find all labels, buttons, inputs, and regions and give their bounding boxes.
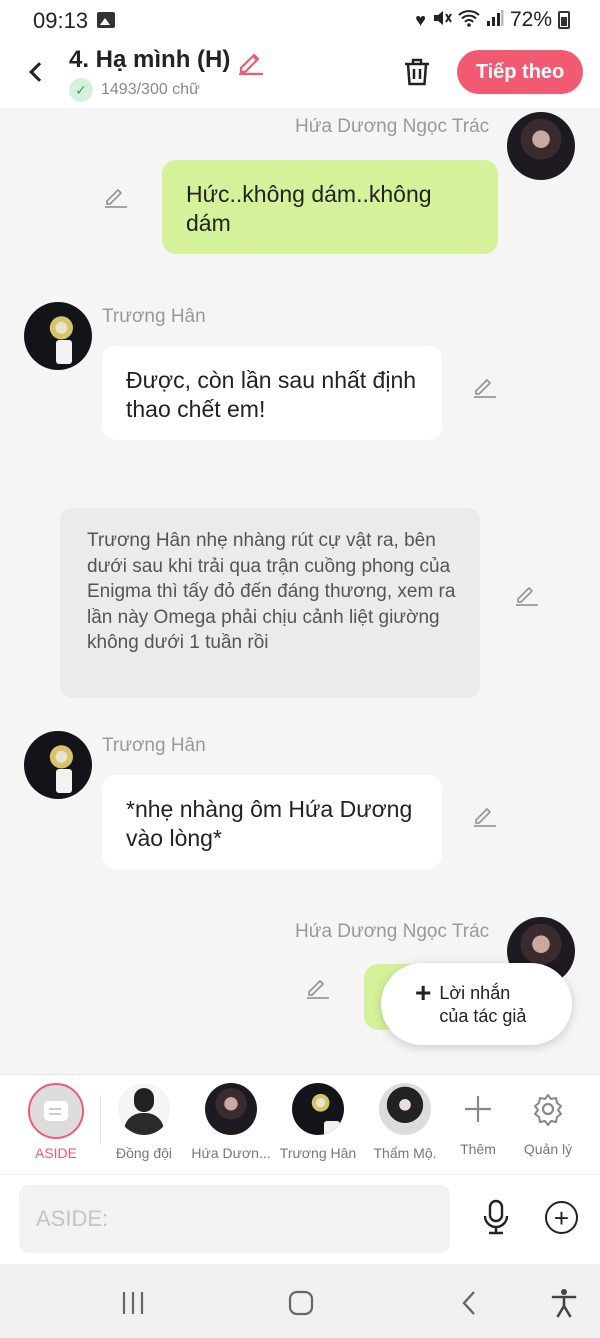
plus-icon: +	[415, 977, 432, 1008]
next-button[interactable]: Tiếp theo	[457, 50, 583, 94]
chapter-title[interactable]: 4. Hạ mình (H)	[69, 46, 230, 74]
edit-message-icon[interactable]	[472, 373, 498, 399]
edit-message-icon[interactable]	[103, 183, 129, 209]
gallery-notification-icon	[97, 12, 115, 28]
status-bar: 09:13 ♥ 72%	[0, 0, 600, 42]
character-avatar	[379, 1083, 431, 1135]
edit-message-icon[interactable]	[514, 581, 540, 607]
word-count: 1493/300 chữ	[101, 81, 200, 98]
edit-title-icon[interactable]	[236, 46, 266, 76]
word-count-row: ✓ 1493/300 chữ	[69, 78, 200, 102]
edit-message-icon[interactable]	[472, 802, 498, 828]
author-note-button[interactable]: + Lời nhắn của tác giả	[381, 963, 572, 1045]
character-avatar	[205, 1083, 257, 1135]
back-nav-icon[interactable]	[452, 1286, 486, 1320]
home-icon[interactable]	[284, 1286, 318, 1320]
wifi-icon	[458, 9, 480, 32]
manage-label: Quản lý	[523, 1141, 573, 1157]
character-bar: ASIDE Đồng đội Hứa Dươn... Trương Hân Th…	[0, 1074, 600, 1174]
avatar[interactable]	[507, 112, 575, 180]
user-message-bubble[interactable]: Hức..không dám..không dám	[162, 160, 498, 254]
chat-area[interactable]: Hứa Dương Ngọc Trác Hức..không dám..khôn…	[0, 108, 600, 1074]
teammates-avatar	[118, 1083, 170, 1135]
chapter-header: 4. Hạ mình (H) ✓ 1493/300 chữ Tiếp theo	[0, 42, 600, 108]
aside-icon	[28, 1083, 84, 1139]
heart-icon: ♥	[415, 9, 426, 30]
check-icon: ✓	[69, 78, 93, 102]
character-label: Trương Hân	[279, 1145, 357, 1161]
author-note-label: Lời nhắn của tác giả	[439, 983, 527, 1026]
signal-icon	[486, 9, 504, 32]
character-avatar	[292, 1083, 344, 1135]
avatar[interactable]	[24, 731, 92, 799]
avatar[interactable]	[24, 302, 92, 370]
accessibility-icon[interactable]	[547, 1286, 581, 1320]
character-tham-mo[interactable]: Thẩm Mộ.	[365, 1083, 445, 1161]
system-nav-bar	[0, 1264, 600, 1338]
sender-name: Trương Hân	[102, 306, 206, 327]
add-character-button[interactable]: Thêm	[438, 1083, 518, 1157]
sender-name: Hứa Dương Ngọc Trác	[295, 921, 490, 942]
sender-name: Trương Hân	[102, 735, 206, 756]
back-button[interactable]	[22, 54, 50, 90]
mute-icon	[432, 9, 452, 32]
aside-selector[interactable]: ASIDE	[16, 1083, 96, 1161]
delete-button[interactable]	[401, 56, 433, 88]
battery-percent: 72%	[509, 8, 552, 31]
plus-icon	[452, 1083, 504, 1135]
gear-icon	[522, 1083, 574, 1135]
character-message-bubble[interactable]: *nhẹ nhàng ôm Hứa Dương vào lòng*	[102, 775, 442, 869]
narration-bubble[interactable]: Trương Hân nhẹ nhàng rút cự vật ra, bên …	[60, 508, 480, 698]
character-label: Đồng đội	[115, 1145, 173, 1161]
character-teammates[interactable]: Đồng đội	[104, 1083, 184, 1161]
character-truong-han[interactable]: Trương Hân	[278, 1083, 358, 1161]
aside-label: ASIDE	[34, 1145, 77, 1161]
character-message-bubble[interactable]: Được, còn lần sau nhất định thao chết em…	[102, 346, 442, 440]
battery-icon	[558, 11, 570, 29]
recent-apps-icon[interactable]	[116, 1286, 150, 1320]
divider	[100, 1095, 101, 1145]
status-icons: ♥ 72%	[415, 8, 570, 32]
microphone-icon[interactable]	[480, 1199, 512, 1235]
message-input[interactable]	[19, 1185, 450, 1253]
character-label: Hứa Dươn...	[191, 1145, 271, 1161]
status-time: 09:13	[33, 8, 89, 33]
input-bar: +	[0, 1174, 600, 1264]
sender-name: Hứa Dương Ngọc Trác	[295, 116, 490, 137]
add-label: Thêm	[460, 1141, 496, 1157]
edit-message-icon[interactable]	[305, 974, 331, 1000]
character-hua-duong[interactable]: Hứa Dươn...	[191, 1083, 271, 1161]
add-attachment-icon[interactable]: +	[545, 1201, 578, 1234]
character-label: Thẩm Mộ.	[373, 1145, 437, 1161]
manage-button[interactable]: Quản lý	[508, 1083, 588, 1157]
back-arrow-icon	[29, 62, 49, 82]
